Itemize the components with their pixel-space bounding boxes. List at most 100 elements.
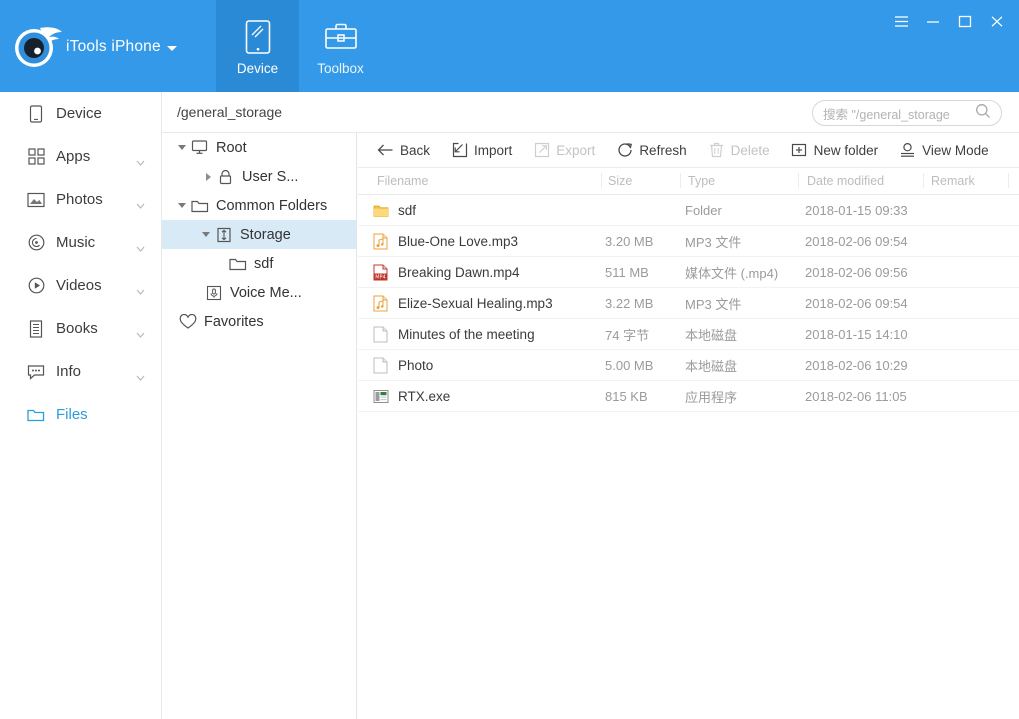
- back-button[interactable]: Back: [377, 142, 430, 159]
- file-type-cell: MP3 文件: [685, 297, 742, 312]
- column-header-remark[interactable]: Remark: [931, 174, 975, 188]
- sidebar-item-books[interactable]: Books: [0, 307, 161, 350]
- book-icon: [26, 319, 46, 339]
- search-icon[interactable]: [975, 103, 991, 124]
- heart-icon: [178, 313, 197, 331]
- tree-node-common-folders[interactable]: Common Folders: [162, 191, 356, 220]
- back-label: Back: [400, 142, 431, 158]
- import-button[interactable]: Import: [451, 142, 512, 159]
- tree-node-storage[interactable]: Storage: [162, 220, 356, 249]
- tree-node-favorites[interactable]: Favorites: [162, 307, 356, 336]
- twisty-right-icon[interactable]: [200, 172, 216, 181]
- table-row[interactable]: MP4 Breaking Dawn.mp4 511 MB 媒体文件 (.mp4)…: [358, 257, 1019, 288]
- file-name: Blue-One Love.mp3: [398, 234, 519, 249]
- search-input[interactable]: 搜索 "/general_storage: [812, 100, 1002, 126]
- file-name-cell: RTX.exe: [372, 381, 450, 412]
- file-name: RTX.exe: [398, 389, 451, 404]
- file-type-cell: Folder: [685, 203, 722, 218]
- chevron-down-icon: [136, 196, 145, 213]
- file-size-cell: 3.22 MB: [605, 296, 654, 311]
- folder-yellow-icon: [372, 202, 389, 219]
- tree-node-label: sdf: [254, 255, 274, 272]
- sidebar-item-photos[interactable]: Photos: [0, 178, 161, 221]
- column-divider[interactable]: [601, 173, 602, 188]
- device-selector[interactable]: iTools iPhone: [66, 38, 177, 56]
- twisty-down-icon[interactable]: [174, 203, 190, 208]
- file-size-cell: 3.20 MB: [605, 234, 654, 249]
- chevron-down-icon: [136, 368, 145, 385]
- maximize-button[interactable]: [951, 8, 979, 34]
- tree-node-label: Storage: [240, 226, 291, 243]
- file-date-cell: 2018-01-15 09:33: [805, 203, 908, 218]
- itools-window: iTools iPhone Device Toolbox Device Apps…: [0, 0, 1019, 719]
- disc-icon: [26, 233, 46, 253]
- itools-logo-icon: [10, 18, 66, 74]
- folder-plus-icon: [791, 142, 808, 159]
- tree-node-sdf[interactable]: sdf: [162, 249, 356, 278]
- table-row[interactable]: Elize-Sexual Healing.mp3 3.22 MB MP3 文件 …: [358, 288, 1019, 319]
- sidebar-item-music[interactable]: Music: [0, 221, 161, 264]
- column-divider[interactable]: [798, 173, 799, 188]
- table-row[interactable]: Photo 5.00 MB 本地磁盘 2018-02-06 10:29: [358, 350, 1019, 381]
- file-type-cell: MP3 文件: [685, 235, 742, 250]
- file-name: Photo: [398, 358, 434, 373]
- table-row[interactable]: Blue-One Love.mp3 3.20 MB MP3 文件 2018-02…: [358, 226, 1019, 257]
- file-date-cell: 2018-02-06 09:56: [805, 265, 908, 280]
- export-button[interactable]: Export: [533, 142, 595, 159]
- delete-button[interactable]: Delete: [708, 142, 770, 159]
- column-header-size[interactable]: Size: [608, 174, 632, 188]
- mp4-file-icon: MP4: [372, 264, 389, 281]
- column-header-type[interactable]: Type: [688, 174, 715, 188]
- table-row[interactable]: Minutes of the meeting 74 字节 本地磁盘 2018-0…: [358, 319, 1019, 350]
- tree-node-voice-memos[interactable]: Voice Me...: [162, 278, 356, 307]
- svg-text:MP4: MP4: [375, 275, 386, 281]
- monitor-icon: [190, 139, 209, 157]
- tab-device[interactable]: Device: [216, 0, 299, 92]
- tab-device-label: Device: [236, 61, 279, 76]
- view-mode-button[interactable]: View Mode: [899, 142, 989, 159]
- column-divider[interactable]: [1008, 173, 1009, 188]
- file-name-cell: Photo: [372, 350, 433, 381]
- column-header-filename[interactable]: Filename: [377, 174, 428, 188]
- folder-tree: Root User S... Common Folders Storage sd…: [162, 133, 357, 719]
- file-date-cell: 2018-02-06 09:54: [805, 234, 908, 249]
- tree-node-user-s[interactable]: User S...: [162, 162, 356, 191]
- briefcase-icon: [324, 16, 358, 58]
- sidebar-item-device[interactable]: Device: [0, 92, 161, 135]
- file-size-cell: 511 MB: [605, 265, 649, 280]
- table-row[interactable]: sdf Folder 2018-01-15 09:33: [358, 195, 1019, 226]
- close-button[interactable]: [983, 8, 1011, 34]
- sidebar-item-videos[interactable]: Videos: [0, 264, 161, 307]
- table-row[interactable]: RTX.exe 815 KB 应用程序 2018-02-06 11:05: [358, 381, 1019, 412]
- tree-node-root[interactable]: Root: [162, 133, 356, 162]
- tree-node-label: User S...: [242, 168, 299, 185]
- tree-node-label: Favorites: [204, 313, 264, 330]
- column-divider[interactable]: [923, 173, 924, 188]
- phone-icon: [26, 104, 46, 124]
- sidebar-item-label: Files: [56, 406, 88, 423]
- refresh-button[interactable]: Refresh: [616, 142, 687, 159]
- sidebar-item-info[interactable]: Info: [0, 350, 161, 393]
- image-icon: [26, 190, 46, 210]
- sidebar-item-apps[interactable]: Apps: [0, 135, 161, 178]
- twisty-down-icon[interactable]: [198, 232, 214, 237]
- file-date-cell: 2018-02-06 11:05: [805, 389, 907, 404]
- file-name: Elize-Sexual Healing.mp3: [398, 296, 553, 311]
- column-header-date-modified[interactable]: Date modified: [807, 174, 884, 188]
- new-folder-label: New folder: [813, 142, 879, 158]
- twisty-down-icon[interactable]: [174, 145, 190, 150]
- file-name: Breaking Dawn.mp4: [398, 265, 520, 280]
- sidebar-item-label: Books: [56, 320, 98, 337]
- sidebar-item-label: Info: [56, 363, 82, 380]
- sidebar-item-files[interactable]: Files: [0, 393, 161, 436]
- minimize-button[interactable]: [919, 8, 947, 34]
- column-divider[interactable]: [680, 173, 681, 188]
- audio-file-icon: [372, 295, 389, 312]
- file-name-cell: Blue-One Love.mp3: [372, 226, 518, 257]
- sidebar-item-label: Photos: [56, 191, 103, 208]
- microphone-icon: [204, 284, 223, 302]
- new-folder-button[interactable]: New folder: [791, 142, 879, 159]
- tab-toolbox[interactable]: Toolbox: [299, 0, 382, 92]
- menu-button[interactable]: [887, 8, 915, 34]
- top-tabs: Device Toolbox: [216, 0, 382, 92]
